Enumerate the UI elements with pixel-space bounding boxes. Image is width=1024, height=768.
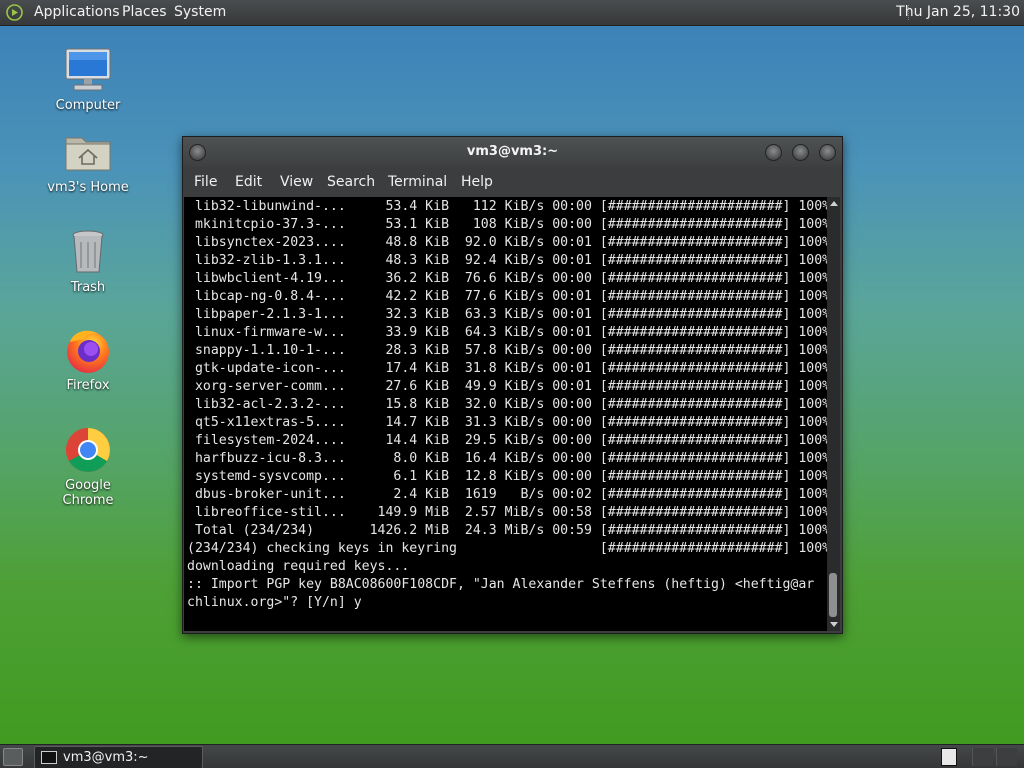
terminal-line: :: Import PGP key B8AC08600F108CDF, "Jan… bbox=[187, 577, 815, 592]
desktop-icon-label: Google Chrome bbox=[62, 478, 114, 508]
home-folder-icon bbox=[64, 128, 112, 176]
terminal-line: filesystem-2024.... 14.4 KiB 29.5 KiB/s … bbox=[187, 433, 827, 448]
terminal-line: harfbuzz-icu-8.3... 8.0 KiB 16.4 KiB/s 0… bbox=[187, 451, 827, 466]
menu-file[interactable]: File bbox=[194, 167, 217, 197]
places-menu[interactable]: Places bbox=[122, 0, 167, 25]
bottom-panel: vm3@vm3:~ bbox=[0, 744, 1024, 768]
workspace-2[interactable] bbox=[972, 748, 993, 766]
terminal-output[interactable]: lib32-libunwind-... 53.4 KiB 112 KiB/s 0… bbox=[184, 197, 827, 631]
minimize-button[interactable] bbox=[765, 144, 782, 161]
chrome-icon bbox=[64, 426, 112, 474]
terminal-line: systemd-sysvcomp... 6.1 KiB 12.8 KiB/s 0… bbox=[187, 469, 827, 484]
desktop-icon-label: Computer bbox=[55, 98, 121, 113]
desktop-icon-firefox[interactable]: Firefox bbox=[38, 326, 138, 393]
scroll-down-icon[interactable] bbox=[830, 622, 838, 627]
terminal-line: libcap-ng-0.8.4-... 42.2 KiB 77.6 KiB/s … bbox=[187, 289, 827, 304]
terminal-line: downloading required keys... bbox=[187, 559, 410, 574]
terminal-scrollbar[interactable] bbox=[827, 197, 840, 631]
workspace-3[interactable] bbox=[996, 748, 1017, 766]
desktop-icon-label: Firefox bbox=[66, 378, 110, 393]
terminal-line: gtk-update-icon-... 17.4 KiB 31.8 KiB/s … bbox=[187, 361, 827, 376]
top-panel: Applications Places System Thu Jan 25, 1… bbox=[0, 0, 1024, 26]
terminal-line: libpaper-2.1.3-1... 32.3 KiB 63.3 KiB/s … bbox=[187, 307, 827, 322]
desktop-icon-label: Trash bbox=[70, 280, 106, 295]
menu-help[interactable]: Help bbox=[461, 167, 493, 197]
distro-logo-icon[interactable] bbox=[6, 4, 23, 21]
applications-menu[interactable]: Applications bbox=[34, 0, 120, 25]
desktop-icon-trash[interactable]: Trash bbox=[38, 228, 138, 295]
close-button[interactable] bbox=[819, 144, 836, 161]
terminal-line: libreoffice-stil... 149.9 MiB 2.57 MiB/s… bbox=[187, 505, 827, 520]
terminal-line: mkinitcpio-37.3-... 53.1 KiB 108 KiB/s 0… bbox=[187, 217, 827, 232]
terminal-line: lib32-zlib-1.3.1... 48.3 KiB 92.4 KiB/s … bbox=[187, 253, 827, 268]
taskbar-item-label: vm3@vm3:~ bbox=[63, 750, 149, 765]
desktop-icon-chrome[interactable]: Google Chrome bbox=[38, 426, 138, 508]
desktop-icon-label: vm3's Home bbox=[47, 180, 129, 195]
terminal-line: libsynctex-2023.... 48.8 KiB 92.0 KiB/s … bbox=[187, 235, 827, 250]
terminal-window[interactable]: vm3@vm3:~ File Edit View Search Terminal… bbox=[182, 136, 843, 634]
menu-view[interactable]: View bbox=[280, 167, 313, 197]
window-titlebar[interactable]: vm3@vm3:~ bbox=[183, 137, 842, 167]
terminal-line: (234/234) checking keys in keyring [####… bbox=[187, 541, 827, 556]
menu-edit[interactable]: Edit bbox=[235, 167, 262, 197]
computer-icon bbox=[64, 46, 112, 94]
show-desktop-icon[interactable] bbox=[3, 748, 23, 766]
terminal-line: xorg-server-comm... 27.6 KiB 49.9 KiB/s … bbox=[187, 379, 827, 394]
terminal-line: qt5-x11extras-5.... 14.7 KiB 31.3 KiB/s … bbox=[187, 415, 827, 430]
terminal-icon bbox=[41, 751, 57, 764]
scrollbar-thumb[interactable] bbox=[829, 573, 837, 617]
trash-icon bbox=[64, 228, 112, 276]
terminal-line: dbus-broker-unit... 2.4 KiB 1619 B/s 00:… bbox=[187, 487, 827, 502]
scroll-up-icon[interactable] bbox=[830, 201, 838, 206]
terminal-line: Total (234/234) 1426.2 MiB 24.3 MiB/s 00… bbox=[187, 523, 827, 538]
terminal-line: lib32-acl-2.3.2-... 15.8 KiB 32.0 KiB/s … bbox=[187, 397, 827, 412]
terminal-line: chlinux.org>"? [Y/n] y bbox=[187, 595, 362, 610]
firefox-icon bbox=[64, 326, 112, 374]
clock[interactable]: Thu Jan 25, 11:30 bbox=[896, 0, 1020, 25]
menu-terminal[interactable]: Terminal bbox=[388, 167, 447, 197]
workspace-1[interactable] bbox=[941, 748, 957, 766]
window-title: vm3@vm3:~ bbox=[466, 144, 559, 159]
desktop-icon-computer[interactable]: Computer bbox=[38, 46, 138, 113]
terminal-line: linux-firmware-w... 33.9 KiB 64.3 KiB/s … bbox=[187, 325, 827, 340]
taskbar-item-terminal[interactable]: vm3@vm3:~ bbox=[34, 746, 203, 768]
system-menu[interactable]: System bbox=[174, 0, 226, 25]
maximize-button[interactable] bbox=[792, 144, 809, 161]
terminal-line: lib32-libunwind-... 53.4 KiB 112 KiB/s 0… bbox=[187, 199, 827, 214]
terminal-menubar: File Edit View Search Terminal Help bbox=[183, 167, 842, 197]
menu-search[interactable]: Search bbox=[327, 167, 375, 197]
terminal-line: libwbclient-4.19... 36.2 KiB 76.6 KiB/s … bbox=[187, 271, 827, 286]
desktop-icon-home[interactable]: vm3's Home bbox=[38, 128, 138, 195]
terminal-line: snappy-1.1.10-1-... 28.3 KiB 57.8 KiB/s … bbox=[187, 343, 827, 358]
